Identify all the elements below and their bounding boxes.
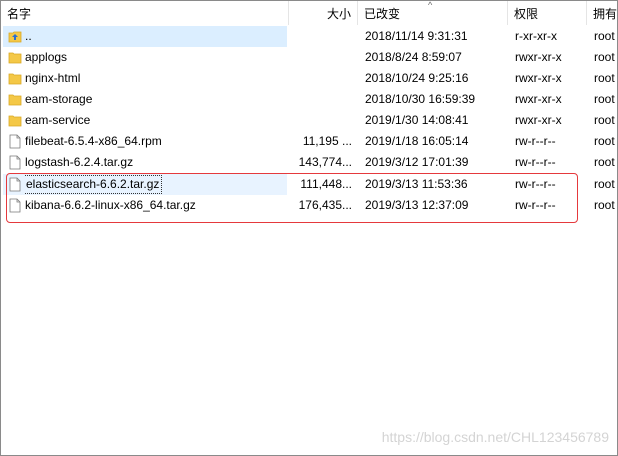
file-row-nginx-html[interactable]: nginx-html 2018/10/24 9:25:16 rwxr-xr-x … xyxy=(1,68,617,89)
file-row-eam-service[interactable]: eam-service 2019/1/30 14:08:41 rwxr-xr-x… xyxy=(1,110,617,131)
file-permissions: rwxr-xr-x xyxy=(515,71,562,85)
folder-icon xyxy=(8,115,22,127)
file-size xyxy=(289,89,352,110)
file-permissions: rw-r--r-- xyxy=(515,177,556,191)
file-permissions: rwxr-xr-x xyxy=(515,50,562,64)
file-row-logstash[interactable]: logstash-6.2.4.tar.gz 143,774... 2019/3/… xyxy=(1,152,617,173)
file-modified: 2019/3/13 11:53:36 xyxy=(365,177,468,191)
file-row-parent[interactable]: .. 2018/11/14 9:31:31 r-xr-xr-x root xyxy=(1,26,617,47)
file-modified: 2019/3/13 12:37:09 xyxy=(365,198,469,212)
file-row-kibana[interactable]: kibana-6.6.2-linux-x86_64.tar.gz 176,435… xyxy=(1,195,617,216)
file-row-applogs[interactable]: applogs 2018/8/24 8:59:07 rwxr-xr-x root xyxy=(1,47,617,68)
file-size xyxy=(289,26,352,47)
file-modified: 2018/10/30 16:59:39 xyxy=(365,92,476,106)
file-row-eam-storage[interactable]: eam-storage 2018/10/30 16:59:39 rwxr-xr-… xyxy=(1,89,617,110)
file-row-filebeat[interactable]: filebeat-6.5.4-x86_64.rpm 11,195 ... 201… xyxy=(1,131,617,152)
file-owner: root xyxy=(594,92,615,106)
file-size xyxy=(289,110,352,131)
column-header-owner[interactable]: 拥有 xyxy=(587,1,617,25)
file-size: 143,774... xyxy=(298,155,352,169)
file-name: logstash-6.2.4.tar.gz xyxy=(25,155,134,169)
file-modified: 2019/1/30 14:08:41 xyxy=(365,113,469,127)
file-name: applogs xyxy=(25,50,68,64)
folder-icon xyxy=(8,94,22,106)
file-permissions: rw-r--r-- xyxy=(515,155,556,169)
file-size: 111,448... xyxy=(300,177,352,191)
file-size: 11,195 ... xyxy=(302,134,352,148)
file-name: eam-storage xyxy=(25,92,93,106)
file-modified: 2018/8/24 8:59:07 xyxy=(365,50,462,64)
column-header-size[interactable]: 大小 xyxy=(289,1,358,25)
column-header-modified[interactable]: 已改变 xyxy=(358,1,508,25)
file-icon xyxy=(9,155,21,170)
file-size xyxy=(289,68,352,89)
file-name: elasticsearch-6.6.2.tar.gz xyxy=(25,175,163,194)
file-name: kibana-6.6.2-linux-x86_64.tar.gz xyxy=(25,198,196,212)
file-owner: root xyxy=(594,134,615,148)
sort-ascending-icon: ^ xyxy=(428,0,433,10)
file-owner: root xyxy=(594,177,615,191)
file-icon xyxy=(9,198,21,213)
column-header-name[interactable]: 名字 xyxy=(1,1,289,25)
file-modified: 2019/1/18 16:05:14 xyxy=(365,134,469,148)
file-row-elasticsearch[interactable]: elasticsearch-6.6.2.tar.gz 111,448... 20… xyxy=(1,174,617,195)
parent-folder-icon xyxy=(8,31,22,43)
file-name: filebeat-6.5.4-x86_64.rpm xyxy=(25,134,162,148)
file-size: 176,435... xyxy=(298,198,352,212)
file-owner: root xyxy=(594,198,615,212)
folder-icon xyxy=(8,73,22,85)
file-modified: 2018/10/24 9:25:16 xyxy=(365,71,469,85)
file-name: eam-service xyxy=(25,113,91,127)
file-name: nginx-html xyxy=(25,71,81,85)
file-owner: root xyxy=(594,29,615,43)
file-owner: root xyxy=(594,50,615,64)
file-name: .. xyxy=(25,29,32,43)
file-modified: 2018/11/14 9:31:31 xyxy=(365,29,468,43)
column-header-permissions[interactable]: 权限 xyxy=(508,1,587,25)
file-name-cell: elasticsearch-6.6.2.tar.gz xyxy=(25,174,287,195)
file-list-window: 名字 大小 已改变 权限 拥有 ^ .. 2018/11/14 9:31:31 … xyxy=(0,0,618,456)
folder-icon xyxy=(8,52,22,64)
file-modified: 2019/3/12 17:01:39 xyxy=(365,155,469,169)
file-owner: root xyxy=(594,71,615,85)
file-permissions: rwxr-xr-x xyxy=(515,92,562,106)
watermark: https://blog.csdn.net/CHL123456789 xyxy=(381,429,609,445)
file-owner: root xyxy=(594,113,615,127)
file-permissions: rw-r--r-- xyxy=(515,198,556,212)
file-size xyxy=(289,47,352,68)
file-permissions: rw-r--r-- xyxy=(515,134,556,148)
column-header-bar: 名字 大小 已改变 权限 拥有 ^ xyxy=(1,1,617,25)
file-icon xyxy=(9,177,21,192)
file-icon xyxy=(9,134,21,149)
file-permissions: r-xr-xr-x xyxy=(515,29,557,43)
file-owner: root xyxy=(594,155,615,169)
file-permissions: rwxr-xr-x xyxy=(515,113,562,127)
